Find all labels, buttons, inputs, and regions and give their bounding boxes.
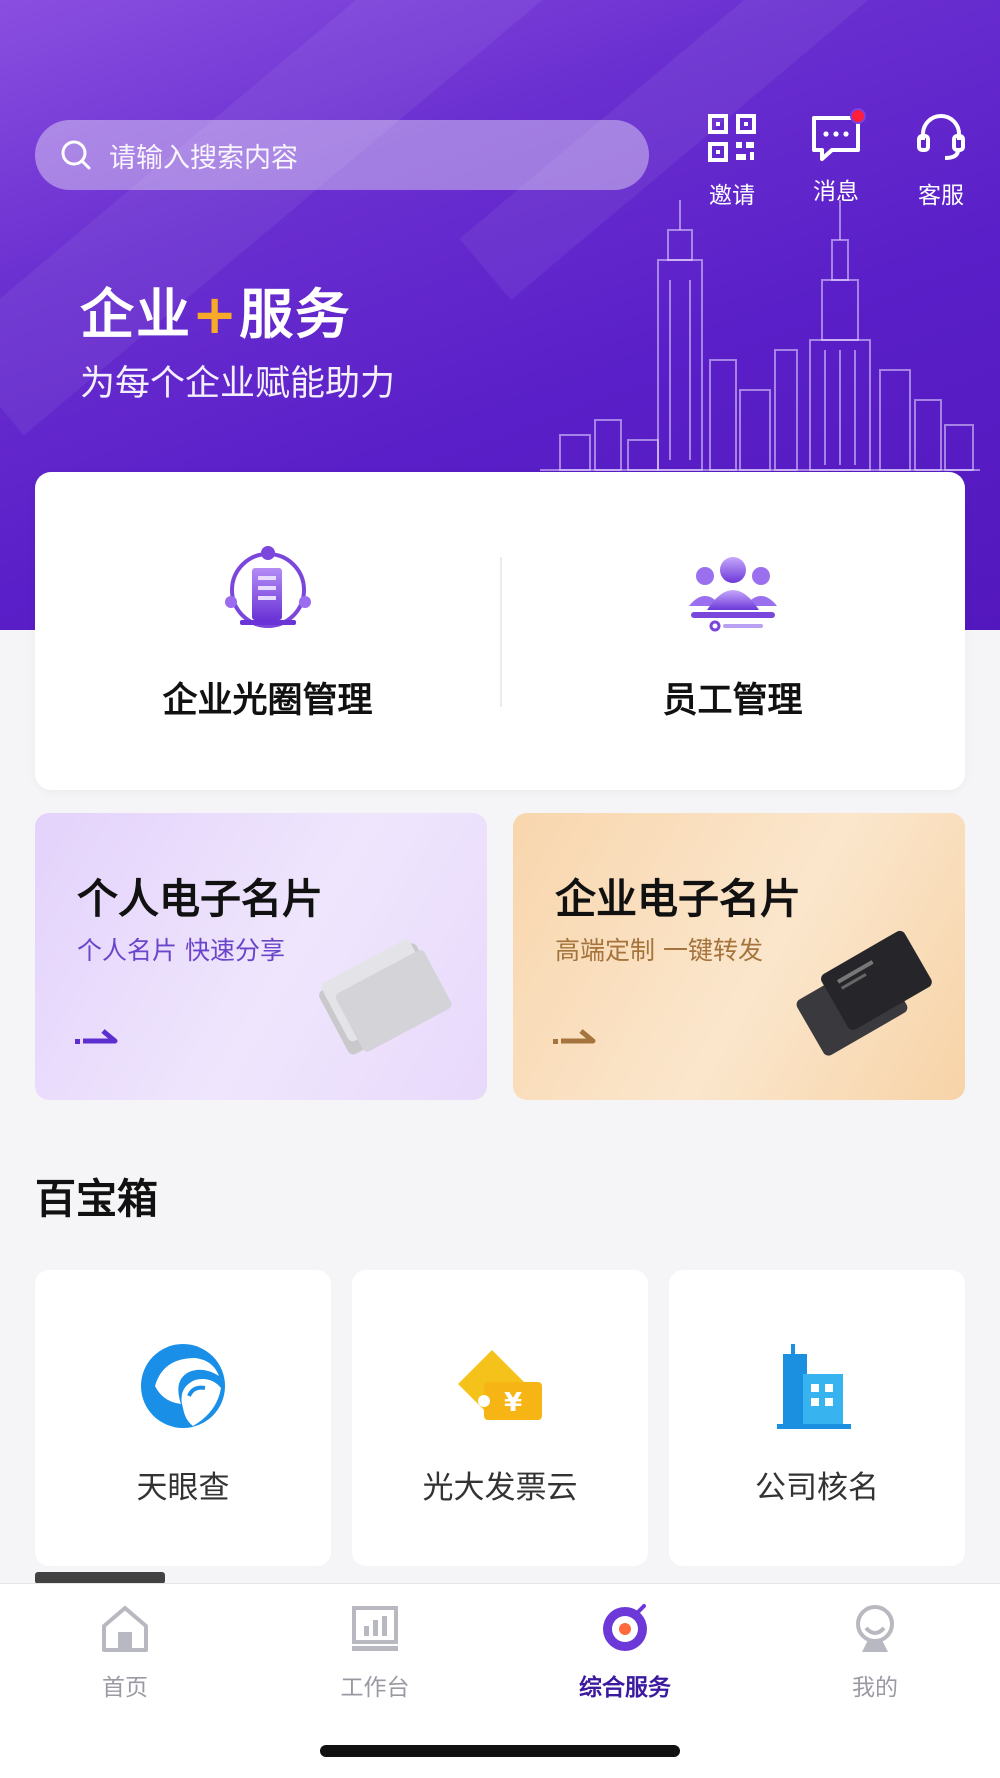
home-icon [102,1606,148,1652]
tab-services[interactable]: 综合服务 [525,1602,725,1702]
enterprise-circle-icon [224,546,311,628]
toolbox-title: 百宝箱 [35,1175,158,1223]
company-name-check-label: 公司核名 [755,1470,879,1506]
personal-ecard-tile[interactable]: 个人电子名片 个人名片 快速分享 [35,813,487,1100]
search-placeholder: 请输入搜索内容 [109,142,298,174]
messages-label: 消息 [813,179,859,205]
messages-button[interactable]: 消息 [796,108,876,206]
city-skyline-illustration [540,200,980,471]
banner-title-left: 企业 [80,283,192,346]
invite-button[interactable]: 邀请 [692,112,772,210]
home-indicator [320,1745,680,1757]
services-icon [603,1604,647,1651]
tab-home[interactable]: 首页 [25,1602,225,1702]
svg-text:¥: ¥ [504,1388,522,1418]
tab-profile[interactable]: 我的 [775,1602,975,1702]
banner-title: 企业+服务 [80,270,351,349]
banner-title-plus: + [192,283,240,346]
company-name-check-button[interactable]: 公司核名 [669,1270,965,1566]
staff-management-button[interactable]: 员工管理 [500,472,965,790]
management-card: 企业光圈管理 员工管理 [35,472,965,790]
tianyancha-logo-icon [141,1344,225,1428]
staff-management-label: 员工管理 [662,681,803,721]
profile-icon [856,1605,894,1652]
arrow-icon [75,1029,118,1044]
tab-workbench[interactable]: 工作台 [275,1602,475,1702]
invoice-cloud-label: 光大发票云 [422,1470,578,1506]
tab-home-label: 首页 [102,1675,148,1701]
workbench-icon [352,1606,398,1651]
staff-management-icon [688,557,777,632]
qr-code-icon [708,114,756,162]
company-building-icon [777,1344,851,1429]
silver-card-holder-icon [319,939,452,1055]
customer-service-label: 客服 [918,183,964,209]
message-icon [810,108,866,164]
enterprise-ecard-tile[interactable]: 企业电子名片 高端定制 一键转发 [513,813,965,1100]
tianyancha-button[interactable]: 天眼查 [35,1270,331,1566]
personal-ecard-title: 个人电子名片 [77,875,323,923]
invoice-cloud-icon: ¥ [458,1350,542,1420]
enterprise-circle-label: 企业光圈管理 [162,681,373,721]
enterprise-circle-management-button[interactable]: 企业光圈管理 [35,472,500,790]
tianyancha-label: 天眼查 [136,1470,230,1506]
customer-service-button[interactable]: 客服 [901,112,981,210]
tab-profile-label: 我的 [852,1675,898,1701]
invoice-cloud-button[interactable]: ¥ 光大发票云 [352,1270,648,1566]
banner-title-right: 服务 [239,283,352,346]
enterprise-ecard-subtitle: 高端定制 一键转发 [555,936,763,965]
unread-badge [850,108,866,124]
tab-workbench-label: 工作台 [340,1675,410,1701]
arrow-icon [553,1029,596,1044]
headset-icon [917,114,965,160]
personal-ecard-subtitle: 个人名片 快速分享 [77,936,285,965]
invite-label: 邀请 [709,183,755,209]
banner-subtitle: 为每个企业赋能助力 [80,364,396,404]
tab-services-label: 综合服务 [579,1675,671,1701]
search-bar[interactable]: 请输入搜索内容 [35,120,649,190]
enterprise-ecard-title: 企业电子名片 [555,875,801,923]
search-icon [61,140,91,170]
black-business-cards-icon [796,930,932,1056]
